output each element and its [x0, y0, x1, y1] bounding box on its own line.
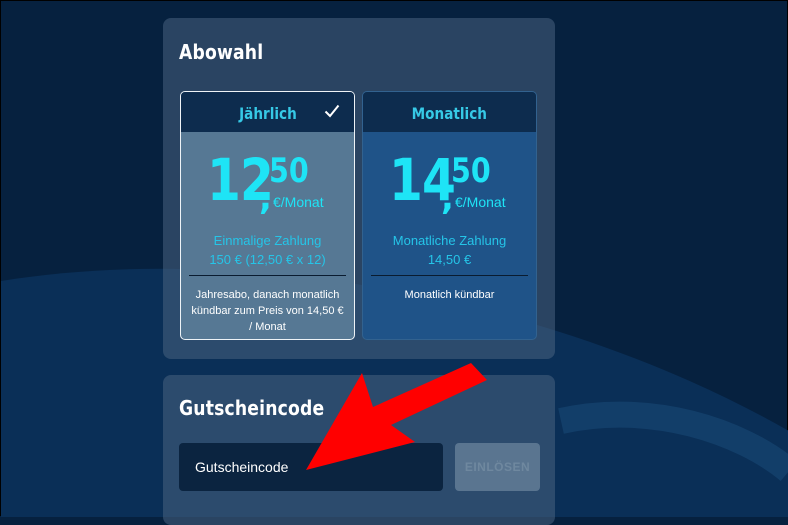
plan-note-yearly: Jahresabo, danach monatlich kündbar zum … [191, 289, 344, 333]
subscription-panel: Abowahl Jährlich 12 , 50 €/Monat Einmali… [163, 18, 555, 359]
voucher-code-input[interactable]: Gutscheincode [179, 443, 443, 491]
price-unit: €/Monat [455, 194, 506, 210]
payment-type: Einmalige Zahlung [213, 233, 322, 248]
price-unit: €/Monat [273, 194, 324, 210]
payment-amount: 150 € (12,50 € x 12) [209, 252, 326, 267]
plan-name-monthly: Monatlich [411, 104, 488, 123]
plan-name-yearly: Jährlich [238, 104, 297, 123]
voucher-panel: Gutscheincode Gutscheincode EINLÖSEN [163, 375, 555, 525]
payment-info-yearly: Einmalige Zahlung 150 € (12,50 € x 12) [181, 231, 354, 269]
plan-price-yearly: 12 , 50 €/Monat [181, 148, 354, 218]
payment-info-monthly: Monatliche Zahlung 14,50 € [363, 231, 536, 269]
price-cents: 50 [451, 151, 491, 191]
divider [189, 275, 346, 276]
checkmark-icon [324, 104, 340, 118]
plan-card-monthly[interactable]: Monatlich 14 , 50 €/Monat Monatliche Zah… [362, 91, 537, 340]
plan-card-yearly[interactable]: Jährlich 12 , 50 €/Monat Einmalige Zahlu… [180, 91, 355, 340]
payment-type: Monatliche Zahlung [392, 233, 507, 248]
voucher-title: Gutscheincode [179, 396, 325, 420]
plan-header-monthly: Monatlich [363, 92, 536, 132]
plan-price-monthly: 14 , 50 €/Monat [363, 148, 536, 218]
plan-header-yearly: Jährlich [181, 92, 354, 132]
divider [371, 275, 528, 276]
price-cents: 50 [269, 151, 309, 191]
payment-amount: 14,50 € [427, 252, 472, 267]
subscription-title: Abowahl [179, 40, 264, 64]
redeem-button[interactable]: EINLÖSEN [455, 443, 540, 491]
plan-note-monthly: Monatlich kündbar [404, 289, 495, 301]
